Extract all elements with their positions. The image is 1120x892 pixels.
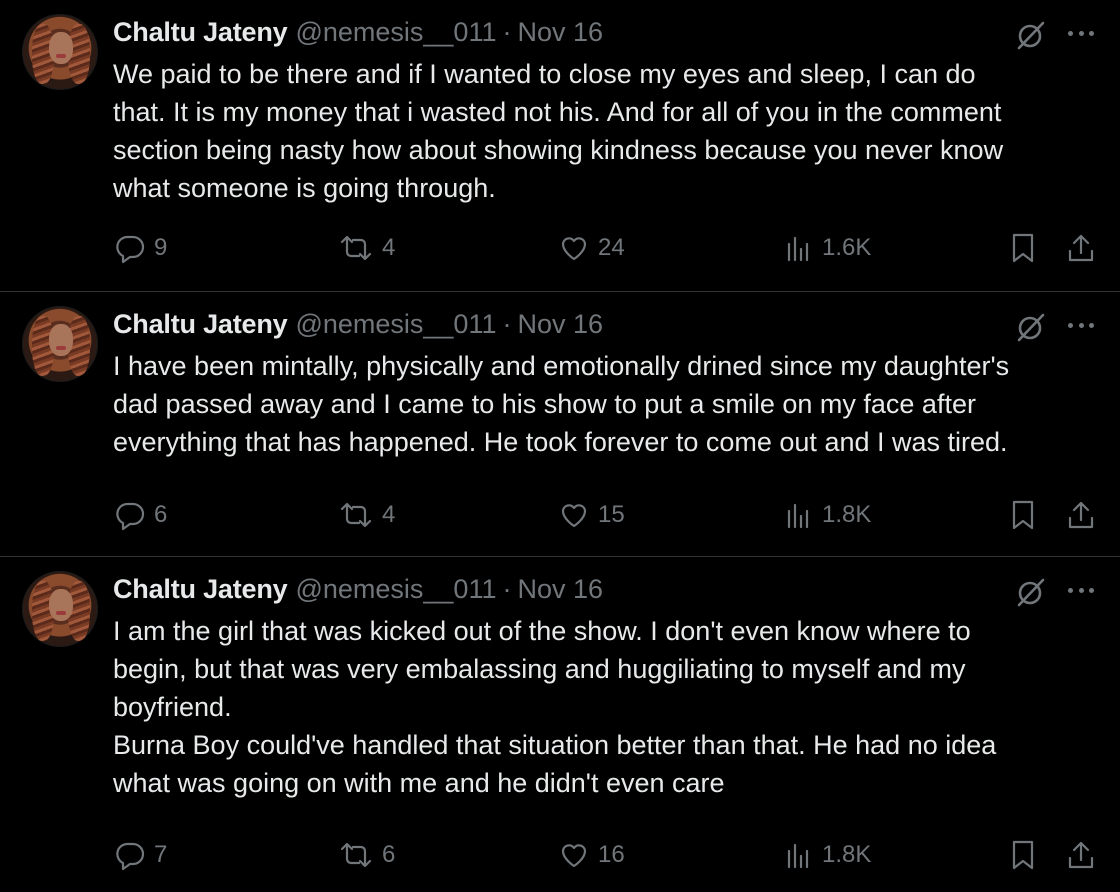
reply-icon — [116, 502, 145, 531]
reply-icon — [116, 235, 145, 264]
retweet-icon — [340, 235, 372, 261]
reply-button[interactable]: 9 — [114, 230, 167, 266]
views-button[interactable]: 1.8K — [784, 837, 871, 873]
author-name[interactable]: Chaltu Jateny — [113, 309, 288, 340]
heart-icon — [561, 504, 587, 528]
avatar[interactable] — [22, 14, 98, 90]
tweet-date[interactable]: Nov 16 — [517, 309, 603, 340]
retweet-button[interactable]: 6 — [338, 837, 395, 873]
share-button[interactable] — [1064, 230, 1098, 266]
tweet-actions: 6 4 15 1.8K — [0, 497, 1120, 533]
header-separator: · — [502, 16, 512, 47]
tweet-header: Chaltu Jateny @nemesis__011 · Nov 16 — [113, 571, 603, 607]
tweet-actions: 7 6 16 1.8K — [0, 837, 1120, 873]
tweet[interactable]: Chaltu Jateny @nemesis__011 · Nov 16 I a… — [0, 557, 1120, 892]
share-button[interactable] — [1064, 837, 1098, 873]
avatar[interactable] — [22, 306, 98, 382]
retweet-icon — [340, 842, 372, 868]
views-icon — [787, 236, 809, 262]
share-icon — [1068, 234, 1094, 262]
bookmark-button[interactable] — [1008, 837, 1038, 873]
like-button[interactable]: 15 — [558, 497, 625, 533]
reply-button[interactable]: 6 — [114, 497, 167, 533]
retweet-icon — [340, 502, 372, 528]
author-handle[interactable]: @nemesis__011 — [295, 17, 496, 48]
tweet-date[interactable]: Nov 16 — [517, 17, 603, 48]
heart-icon — [561, 237, 587, 261]
header-separator: · — [502, 573, 512, 604]
retweet-button[interactable]: 4 — [338, 230, 395, 266]
tweet-text: We paid to be there and if I wanted to c… — [113, 59, 1004, 203]
share-icon — [1068, 501, 1094, 529]
retweet-count: 4 — [382, 501, 396, 528]
views-button[interactable]: 1.6K — [784, 230, 871, 266]
like-button[interactable]: 24 — [558, 230, 625, 266]
bookmark-icon — [1012, 500, 1034, 530]
more-icon[interactable] — [1064, 18, 1098, 48]
bookmark-icon — [1012, 233, 1034, 263]
tweet-text: I have been mintally, physically and emo… — [113, 351, 1010, 457]
grok-icon[interactable] — [1014, 575, 1048, 609]
tweet-date[interactable]: Nov 16 — [517, 574, 603, 605]
retweet-button[interactable]: 4 — [338, 497, 395, 533]
share-icon — [1068, 841, 1094, 869]
author-name[interactable]: Chaltu Jateny — [113, 17, 288, 48]
reply-count: 9 — [154, 234, 168, 261]
tweet-text: I am the girl that was kicked out of the… — [113, 616, 997, 798]
timeline: Chaltu Jateny @nemesis__011 · Nov 16 We … — [0, 0, 1120, 892]
tweet[interactable]: Chaltu Jateny @nemesis__011 · Nov 16 We … — [0, 0, 1120, 291]
reply-count: 7 — [154, 841, 168, 868]
header-separator: · — [502, 308, 512, 339]
tweet-actions: 9 4 24 1.6K — [0, 230, 1120, 266]
view-count: 1.8K — [822, 501, 872, 528]
grok-icon[interactable] — [1014, 310, 1048, 344]
tweet-header: Chaltu Jateny @nemesis__011 · Nov 16 — [113, 14, 603, 50]
more-icon[interactable] — [1064, 575, 1098, 605]
bookmark-icon — [1012, 840, 1034, 870]
reply-count: 6 — [154, 501, 168, 528]
like-button[interactable]: 16 — [558, 837, 625, 873]
tweet-header: Chaltu Jateny @nemesis__011 · Nov 16 — [113, 306, 603, 342]
tweet[interactable]: Chaltu Jateny @nemesis__011 · Nov 16 I h… — [0, 292, 1120, 556]
like-count: 16 — [598, 841, 625, 868]
like-count: 24 — [598, 234, 625, 261]
author-name[interactable]: Chaltu Jateny — [113, 574, 288, 605]
views-icon — [787, 843, 809, 869]
more-icon[interactable] — [1064, 310, 1098, 340]
reply-icon — [116, 842, 145, 871]
avatar[interactable] — [22, 571, 98, 647]
retweet-count: 4 — [382, 234, 396, 261]
bookmark-button[interactable] — [1008, 497, 1038, 533]
view-count: 1.8K — [822, 841, 872, 868]
views-button[interactable]: 1.8K — [784, 497, 871, 533]
view-count: 1.6K — [822, 234, 872, 261]
views-icon — [787, 503, 809, 529]
author-handle[interactable]: @nemesis__011 — [295, 574, 496, 605]
author-handle[interactable]: @nemesis__011 — [295, 309, 496, 340]
heart-icon — [561, 844, 587, 868]
bookmark-button[interactable] — [1008, 230, 1038, 266]
like-count: 15 — [598, 501, 625, 528]
retweet-count: 6 — [382, 841, 396, 868]
share-button[interactable] — [1064, 497, 1098, 533]
grok-icon[interactable] — [1014, 18, 1048, 52]
reply-button[interactable]: 7 — [114, 837, 167, 873]
